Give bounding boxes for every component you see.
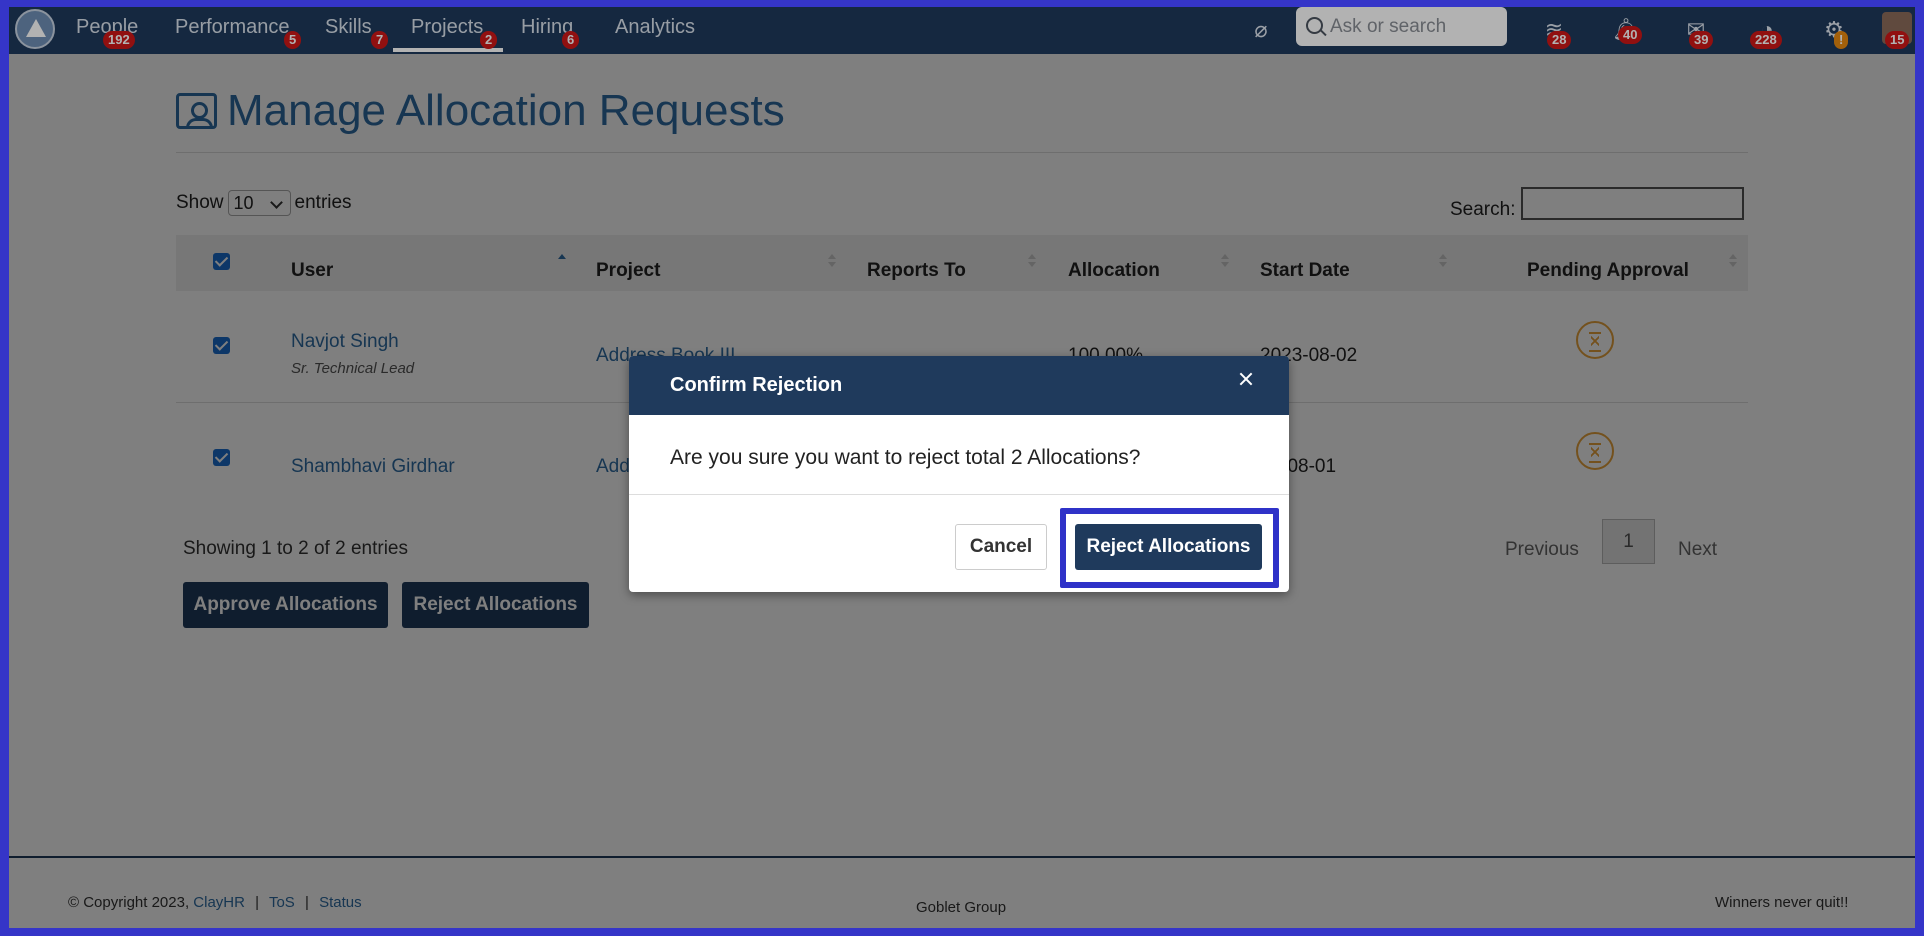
dialog-title: Confirm Rejection (670, 374, 843, 396)
dialog-header: Confirm Rejection (629, 356, 1289, 415)
focus-highlight (1060, 508, 1279, 588)
dialog-divider (629, 494, 1289, 495)
close-icon[interactable] (1235, 368, 1257, 390)
app-window: People 192 Performance 5 Skills 7 Projec… (9, 7, 1915, 928)
dialog-message: Are you sure you want to reject total 2 … (670, 446, 1141, 469)
cancel-button[interactable]: Cancel (955, 524, 1047, 570)
nav-overlay (9, 7, 1915, 54)
